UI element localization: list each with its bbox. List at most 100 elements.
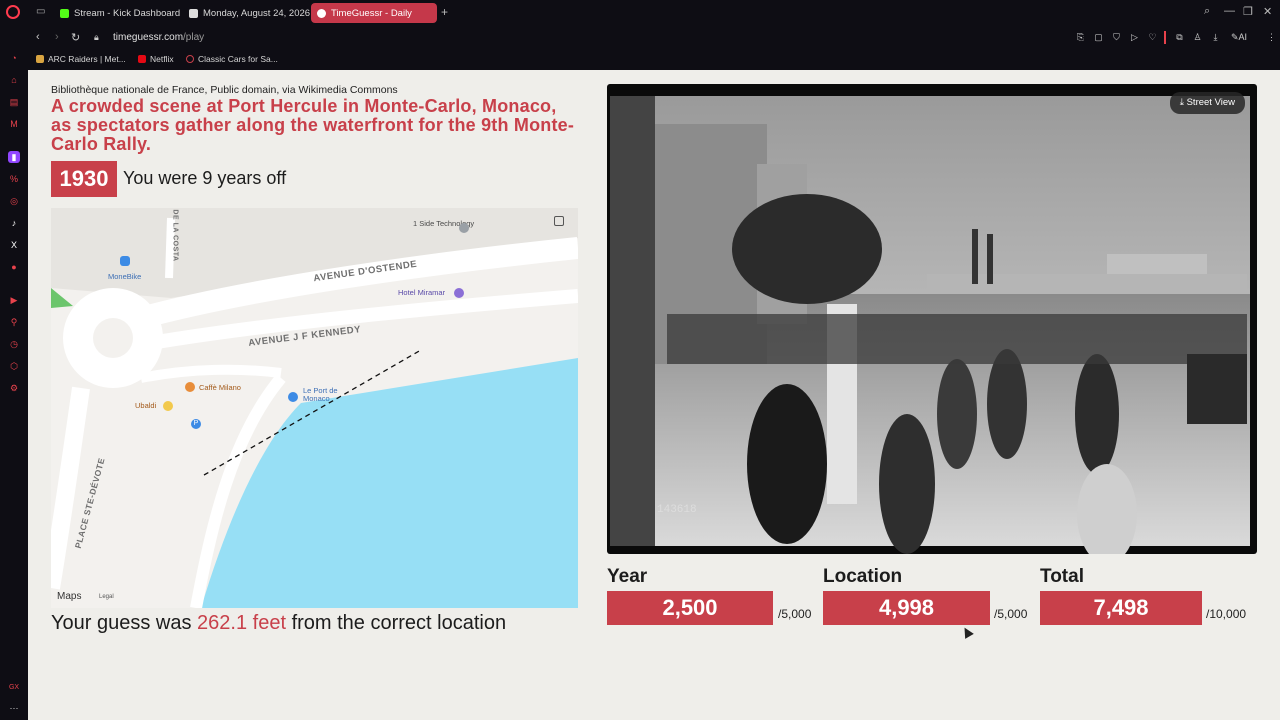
tiktok-icon[interactable]: ♪ (8, 217, 20, 229)
ai-icon[interactable]: ✎AI (1228, 32, 1250, 43)
total-score-max: /10,000 (1206, 607, 1247, 621)
bag-icon[interactable]: ⌂ (8, 74, 20, 86)
more-icon[interactable]: ⋯ (8, 702, 20, 714)
extensions-icon[interactable]: ⬡ (8, 360, 20, 372)
guess-distance-text: Your guess was 262.1 feet from the corre… (51, 612, 506, 635)
new-tab-plus-icon[interactable]: + (441, 5, 448, 19)
twitch-icon[interactable]: ▮ (8, 151, 20, 163)
instagram-icon[interactable]: ◎ (8, 195, 20, 207)
map-legal-link[interactable]: Legal (99, 594, 114, 600)
year-score-value: 2,500 (607, 591, 773, 625)
reload-icon[interactable]: ↻ (71, 31, 80, 44)
person-5 (1075, 354, 1119, 474)
shield-icon[interactable]: ⛉ (1111, 32, 1122, 43)
side-tech-pin-icon[interactable] (459, 223, 469, 233)
bookmark-icon[interactable]: ⎘ (1075, 32, 1086, 43)
x-twitter-icon[interactable]: X (8, 239, 20, 251)
red-dot-icon[interactable]: ● (8, 261, 20, 273)
result-map[interactable]: 1 Side Technology MoneBike AVENUE D'OSTE… (51, 208, 578, 608)
bike-pin-icon[interactable] (120, 256, 130, 266)
pin-icon[interactable]: ⚲ (8, 316, 20, 328)
crowd (667, 314, 1247, 364)
netflix-favicon-icon (138, 55, 146, 63)
address-bar: ‹ › ↻ 🔒︎ timeguessr.com/play ⎘ ▢ ⛉ ▷ ♡ ⧉… (28, 26, 1280, 50)
park-patch (51, 288, 73, 308)
tab-date[interactable]: Monday, August 24, 2026 (183, 3, 316, 23)
location-score-value: 4,998 (823, 591, 990, 625)
url-field[interactable]: timeguessr.com/play (113, 32, 204, 43)
back-icon[interactable]: ‹ (36, 31, 40, 43)
bookmarks-bar: ARC Raiders | Met... Netflix Classic Car… (28, 50, 1280, 70)
map-label-ubaldi: Ubaldi (135, 401, 157, 410)
street-view-button[interactable]: ⤓ Street View (1169, 92, 1245, 114)
bookmark-netflix[interactable]: Netflix (138, 54, 174, 64)
total-score-value: 7,498 (1040, 591, 1202, 625)
gx-label: GX (8, 684, 20, 691)
photo-canvas: 143618 (610, 96, 1250, 554)
forward-icon[interactable]: › (55, 31, 59, 43)
port-pin-icon[interactable] (288, 392, 298, 402)
foreground-pillar (610, 96, 655, 546)
tree (732, 194, 882, 304)
tab-bar: ▭ Stream - Kick Dashboard Monday, August… (0, 0, 1280, 26)
separator (1164, 31, 1166, 44)
map-road-de-la-costa: DE LA COSTA (171, 209, 179, 262)
roundabout-center (93, 318, 133, 358)
settings-gear-icon[interactable]: ⚙ (8, 382, 20, 394)
map-type-icon[interactable] (554, 216, 564, 226)
snapshot-icon[interactable]: ▢ (1093, 32, 1104, 43)
negative-number: 143618 (657, 504, 697, 516)
map-label-caffe-milano: Caffè Milano (199, 383, 241, 392)
vintage-car (1187, 354, 1247, 424)
bookmark-arc-raiders[interactable]: ARC Raiders | Met... (36, 54, 126, 64)
opera-logo-icon[interactable] (6, 5, 20, 19)
hotel-pin-icon[interactable] (454, 288, 464, 298)
minimize-icon[interactable]: — (1224, 5, 1235, 17)
calendar-favicon-icon (189, 8, 198, 18)
tab-timeguessr[interactable]: TimeGuessr - Daily (311, 3, 437, 23)
parking-icon[interactable]: P (191, 419, 201, 429)
year-score-max: /5,000 (778, 607, 812, 621)
timeguessr-favicon-icon (317, 8, 326, 18)
map-canvas (51, 208, 578, 608)
ubaldi-pin-icon[interactable] (163, 401, 173, 411)
speed-dial-icon[interactable]: ◔ (8, 52, 20, 64)
bookmark-classic-cars[interactable]: Classic Cars for Sa... (186, 54, 278, 64)
bookmark-label: Classic Cars for Sa... (198, 54, 278, 64)
map-label-hotel-miramar: Hotel Miramar (398, 288, 446, 297)
cafe-pin-icon[interactable] (185, 382, 195, 392)
street-view-label: Street View (1186, 97, 1235, 108)
download-street-view-icon: ⤓ (1179, 97, 1187, 108)
puzzle-icon[interactable]: ⧉ (1174, 32, 1185, 43)
close-icon[interactable]: ✕ (1263, 5, 1272, 18)
guess-suffix: from the correct location (291, 612, 507, 634)
menu-kebab-icon[interactable]: ⋮ (1266, 32, 1277, 43)
bookmark-label: Netflix (150, 54, 174, 64)
download-icon[interactable]: ⤓ (1210, 32, 1221, 43)
historic-photo: 143618 ⤓ Street View (607, 84, 1257, 554)
tab-label: Stream - Kick Dashboard (74, 7, 181, 19)
m-icon[interactable]: M (8, 118, 20, 130)
person-4 (987, 349, 1027, 459)
map-label-monebike: MoneBike (108, 272, 142, 281)
history-icon[interactable]: ◷ (8, 338, 20, 350)
tab-kick-dashboard[interactable]: Stream - Kick Dashboard (54, 3, 186, 23)
percent-icon[interactable]: % (8, 173, 20, 185)
year-score-label: Year (607, 566, 648, 587)
heart-icon[interactable]: ♡ (1147, 32, 1158, 43)
player-icon[interactable]: ▶ (8, 294, 20, 306)
restore-icon[interactable]: ❐ (1243, 5, 1253, 18)
page-content: Bibliothèque nationale de France, Public… (28, 70, 1280, 720)
tab-label: TimeGuessr - Daily (331, 7, 412, 19)
classic-cars-favicon-icon (186, 55, 194, 63)
gx-corner-icon[interactable]: ▤ (8, 96, 20, 108)
search-icon[interactable]: ⌕ (1204, 5, 1210, 18)
lock-icon: 🔒︎ (94, 32, 99, 42)
apple-maps-logo: Maps (57, 591, 81, 602)
profile-icon[interactable]: ♙ (1192, 32, 1203, 43)
tab-menu-icon[interactable]: ▭ (36, 6, 48, 18)
play-icon[interactable]: ▷ (1129, 32, 1140, 43)
location-score-label: Location (823, 566, 903, 587)
map-label-le-port: Le Port de Monaco (303, 386, 338, 403)
kick-favicon-icon (60, 8, 69, 18)
